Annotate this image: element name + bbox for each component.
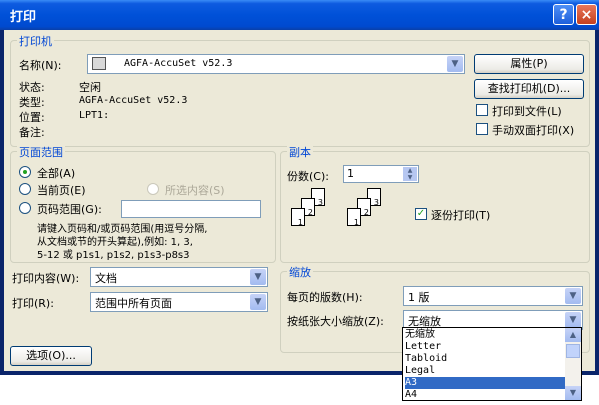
selection-radio <box>147 183 159 195</box>
all-pages-radio[interactable] <box>19 166 31 178</box>
scroll-thumb[interactable] <box>566 344 580 358</box>
help-button[interactable]: ? <box>553 4 574 25</box>
spin-down-icon[interactable]: ▼ <box>403 174 417 181</box>
printer-group-title: 打印机 <box>17 33 54 49</box>
current-page-radio[interactable] <box>19 183 31 195</box>
page-numbers-radio[interactable] <box>19 202 31 214</box>
print-to-file-checkbox[interactable] <box>476 104 488 116</box>
title-bar[interactable]: 打印 ? × <box>0 0 599 30</box>
find-printer-button[interactable]: 查找打印机(D)... <box>474 79 584 99</box>
printer-group: 打印机 名称(N): AGFA-AccuSet v52.3 ▼ 状态: 空闲 类… <box>10 33 590 147</box>
chevron-down-icon[interactable]: ▼ <box>565 312 581 328</box>
location-value: LPT1: <box>79 110 110 121</box>
print-what-select[interactable]: 文档 ▼ <box>90 267 268 287</box>
print-label: 打印(R): <box>12 297 54 310</box>
print-dialog-window: 打印 ? × 打印机 名称(N): AGFA-AccuSet v52.3 ▼ 状… <box>0 0 599 375</box>
page-icon-1b: 1 <box>347 208 361 227</box>
scale-option[interactable]: Letter <box>405 341 441 353</box>
scale-option[interactable]: Tabloid <box>405 353 447 365</box>
scale-option[interactable]: Legal <box>405 365 435 377</box>
spin-up-icon[interactable]: ▲ <box>403 167 417 174</box>
scroll-up-icon[interactable]: ▲ <box>565 328 581 342</box>
copies-group-title: 副本 <box>287 144 313 160</box>
print-to-file-label[interactable]: 打印到文件(L) <box>492 103 562 119</box>
pages-per-sheet-value: 1 版 <box>408 291 430 304</box>
all-pages-label[interactable]: 全部(A) <box>37 165 75 181</box>
scroll-down-icon[interactable]: ▼ <box>565 386 581 400</box>
window-title: 打印 <box>10 10 37 25</box>
manual-duplex-checkbox[interactable] <box>476 123 488 135</box>
scale-label: 按纸张大小缩放(Z): <box>287 315 384 328</box>
options-button[interactable]: 选项(O)... <box>10 346 92 366</box>
printer-icon <box>92 57 106 70</box>
scale-option[interactable]: A4 <box>405 389 417 401</box>
pages-per-sheet-label: 每页的版数(H): <box>287 291 363 304</box>
current-page-label[interactable]: 当前页(E) <box>37 182 86 198</box>
copies-count-label: 份数(C): <box>287 170 329 183</box>
close-button[interactable]: × <box>576 4 597 25</box>
chevron-down-icon[interactable]: ▼ <box>565 288 581 304</box>
dialog-body: 打印机 名称(N): AGFA-AccuSet v52.3 ▼ 状态: 空闲 类… <box>4 30 595 371</box>
copies-count-value: 1 <box>347 167 354 180</box>
page-numbers-label[interactable]: 页码范围(G): <box>37 201 102 217</box>
comment-label: 备注: <box>19 126 45 139</box>
page-range-group: 页面范围 全部(A) 当前页(E) 所选内容(S) 页码范围(G): 请键入页码… <box>10 144 276 263</box>
copies-group: 副本 份数(C): 1 ▲ ▼ 3 2 1 3 2 1 ✓ 逐份打印(T) <box>280 144 590 263</box>
pages-per-sheet-select[interactable]: 1 版 ▼ <box>403 286 583 306</box>
status-label: 状态: <box>19 81 45 94</box>
print-what-label: 打印内容(W): <box>12 272 80 285</box>
printer-name-value: AGFA-AccuSet v52.3 <box>124 58 233 69</box>
zoom-group-title: 缩放 <box>287 264 313 280</box>
type-label: 类型: <box>19 96 45 109</box>
chevron-down-icon[interactable]: ▼ <box>250 269 266 285</box>
type-value: AGFA-AccuSet v52.3 <box>79 95 188 106</box>
collate-checkbox[interactable]: ✓ <box>415 208 427 220</box>
properties-button[interactable]: 属性(P) <box>474 54 584 74</box>
chevron-down-icon[interactable]: ▼ <box>447 56 463 72</box>
dropdown-scrollbar[interactable]: ▲ ▼ <box>565 328 581 400</box>
printer-name-select[interactable]: AGFA-AccuSet v52.3 ▼ <box>87 54 465 74</box>
print-select[interactable]: 范围中所有页面 ▼ <box>90 292 268 312</box>
collate-label[interactable]: 逐份打印(T) <box>431 207 490 223</box>
page-range-group-title: 页面范围 <box>17 144 65 160</box>
manual-duplex-label[interactable]: 手动双面打印(X) <box>492 122 574 138</box>
selection-label: 所选内容(S) <box>165 184 225 197</box>
status-value: 空闲 <box>79 81 101 94</box>
page-numbers-input[interactable] <box>121 200 261 218</box>
location-label: 位置: <box>19 111 45 124</box>
page-icon-1: 1 <box>291 208 305 227</box>
scale-dropdown-list[interactable]: 无缩放 Letter Tabloid Legal A3 A4 ▲ ▼ <box>402 327 582 401</box>
scale-option-selected[interactable]: A3 <box>405 377 567 389</box>
chevron-down-icon[interactable]: ▼ <box>250 294 266 310</box>
copies-count-input[interactable]: 1 ▲ ▼ <box>343 165 419 183</box>
print-value: 范围中所有页面 <box>95 297 172 310</box>
printer-name-label: 名称(N): <box>19 59 62 72</box>
scale-option[interactable]: 无缩放 <box>405 329 435 341</box>
hint-line-3: 5-12 或 p1s1, p1s2, p1s3-p8s3 <box>37 250 190 261</box>
print-what-value: 文档 <box>95 272 117 285</box>
